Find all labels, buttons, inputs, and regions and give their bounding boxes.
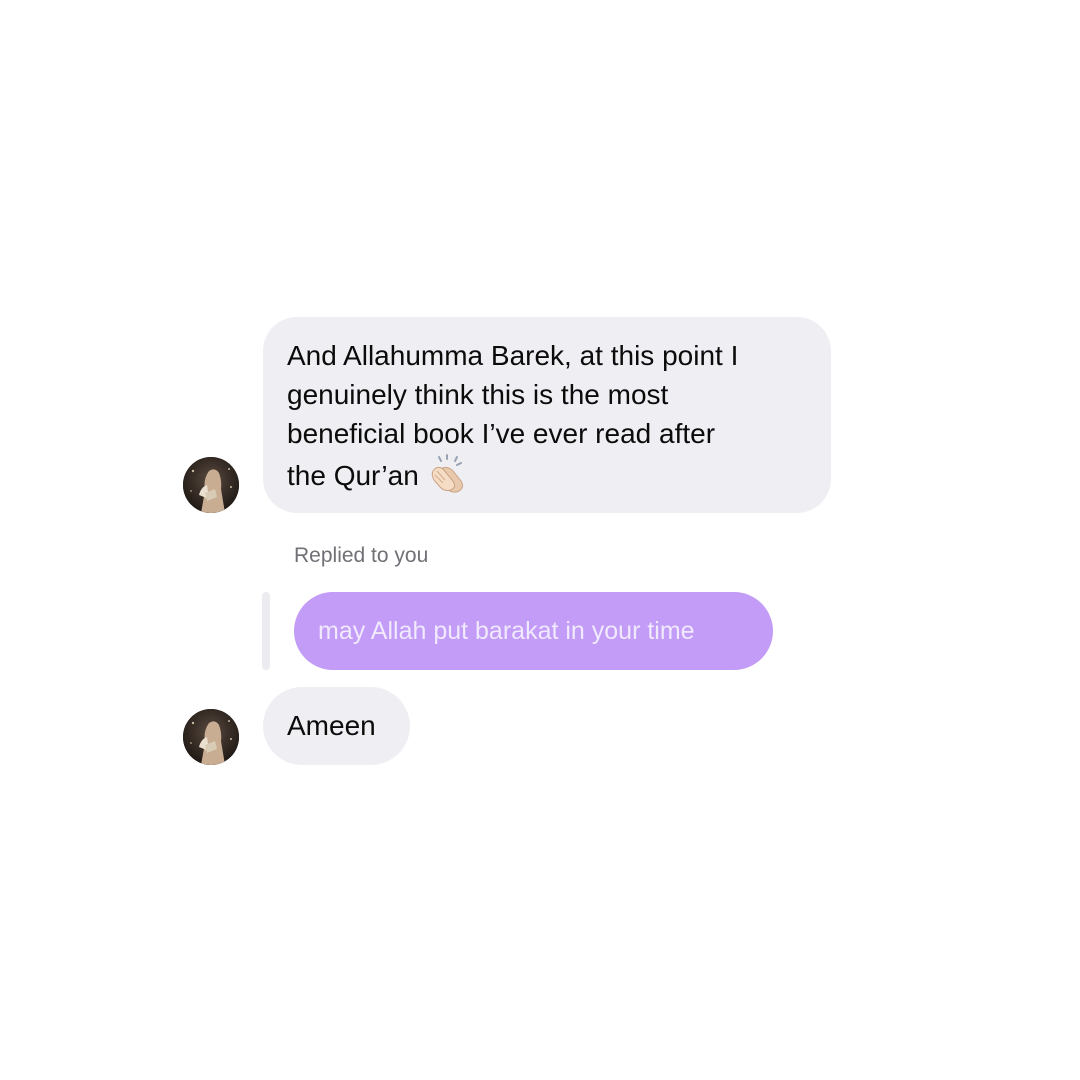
sender-avatar[interactable]: [183, 709, 239, 765]
chat-thread: And Allahumma Barek, at this point I gen…: [0, 0, 1080, 1080]
reply-indicator-bar: [262, 592, 270, 670]
replied-to-label: Replied to you: [294, 544, 429, 567]
message-text: Ameen: [287, 710, 376, 741]
sender-avatar[interactable]: [183, 457, 239, 513]
message-bubble[interactable]: Ameen: [263, 687, 410, 765]
message-text: And Allahumma Barek, at this point I gen…: [287, 340, 739, 491]
message-bubble[interactable]: And Allahumma Barek, at this point I gen…: [263, 317, 831, 513]
quoted-message-bubble[interactable]: may Allah put barakat in your time: [294, 592, 773, 670]
clapping-hands-icon: [427, 453, 467, 503]
